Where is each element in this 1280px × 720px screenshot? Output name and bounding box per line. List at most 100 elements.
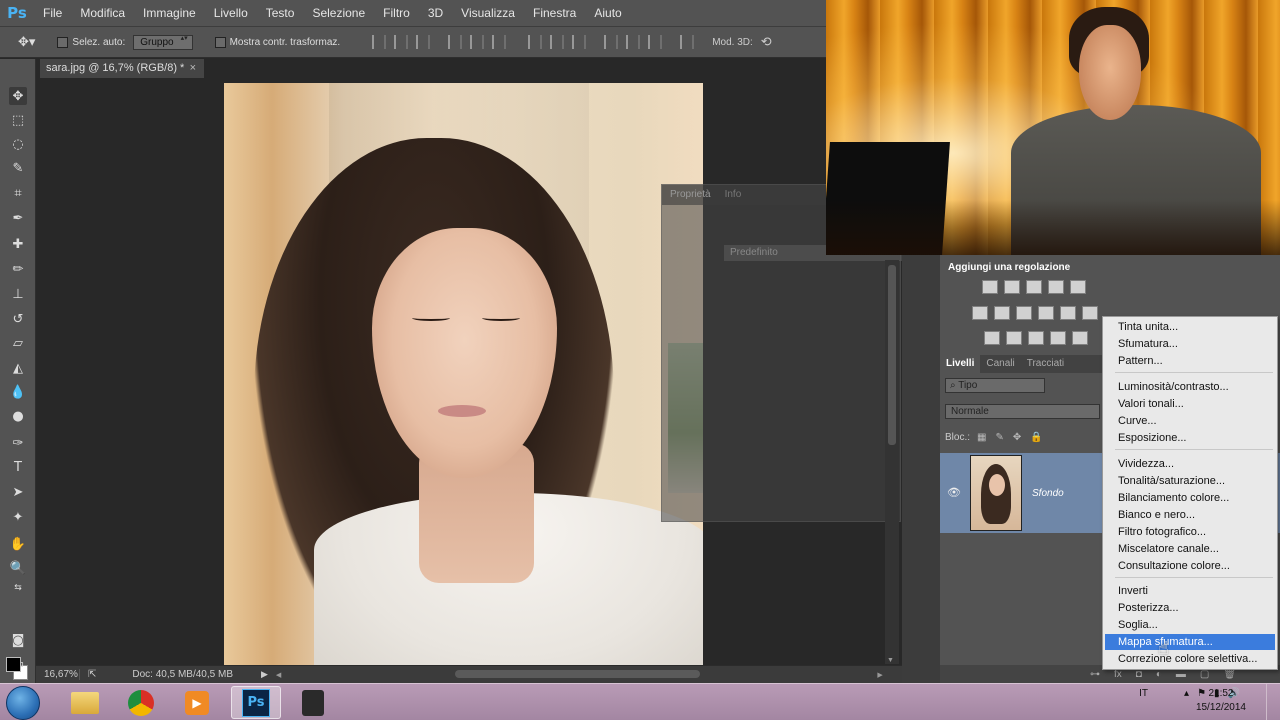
exposure-icon[interactable]	[1048, 280, 1064, 294]
new-adjustment-icon[interactable]: ◐	[1156, 669, 1162, 680]
delete-layer-icon[interactable]: 🗑	[1223, 669, 1236, 680]
tab-properties[interactable]: Proprietà	[670, 185, 711, 205]
layer-style-icon[interactable]: fx	[1114, 669, 1122, 680]
menu-item[interactable]: Esposizione...	[1105, 430, 1275, 446]
menu-item[interactable]: Bilanciamento colore...	[1105, 490, 1275, 506]
eyedropper-tool-icon[interactable]: ✒	[9, 209, 27, 227]
channel-mixer-icon[interactable]	[1060, 306, 1076, 320]
menu-item[interactable]: Tonalità/saturazione...	[1105, 473, 1275, 489]
curves-icon[interactable]	[1026, 280, 1042, 294]
menu-item[interactable]: Tinta unita...	[1105, 319, 1275, 335]
menu-item[interactable]: Consultazione colore...	[1105, 558, 1275, 574]
menu-item[interactable]: Valori tonali...	[1105, 396, 1275, 412]
menu-item[interactable]: Miscelatore canale...	[1105, 541, 1275, 557]
show-desktop-button[interactable]	[1266, 684, 1280, 720]
link-layers-icon[interactable]: ⊶	[1090, 669, 1100, 680]
auto-align-icon[interactable]	[680, 35, 695, 49]
distribute-top-icon[interactable]	[528, 35, 543, 49]
lock-position-icon[interactable]: ✥	[1013, 432, 1021, 443]
clock[interactable]: 21:52 15/12/2014	[1196, 687, 1246, 715]
pen-tool-icon[interactable]: ✑	[9, 434, 27, 452]
checkbox-box[interactable]	[214, 36, 226, 48]
history-brush-tool-icon[interactable]: ↺	[9, 310, 27, 328]
paint-bucket-tool-icon[interactable]: ◭	[9, 359, 27, 377]
auto-select-checkbox[interactable]: Selez. auto:	[57, 36, 125, 48]
canvas-horizontal-scrollbar[interactable]	[455, 670, 700, 678]
distribute-vcenter-icon[interactable]	[550, 35, 565, 49]
align-left-icon[interactable]	[448, 35, 463, 49]
invert-icon[interactable]	[984, 331, 1000, 345]
blend-mode-select[interactable]: Normale	[945, 404, 1100, 419]
quick-select-tool-icon[interactable]: ✎	[9, 159, 27, 177]
new-layer-icon[interactable]: ▢	[1200, 669, 1209, 680]
scrollbar-thumb[interactable]	[888, 265, 896, 445]
rotate-3d-icon[interactable]: ⟲	[761, 34, 772, 50]
menu-3d[interactable]: 3D	[419, 0, 452, 26]
add-mask-icon[interactable]: ◘	[1136, 669, 1142, 680]
windows-explorer-icon[interactable]	[60, 686, 110, 719]
menu-item[interactable]: Posterizza...	[1105, 600, 1275, 616]
menu-item[interactable]: Vividezza...	[1105, 456, 1275, 472]
clone-stamp-tool-icon[interactable]: ⊥	[9, 285, 27, 303]
menu-visualizza[interactable]: Visualizza	[452, 0, 524, 26]
blur-tool-icon[interactable]: 💧	[9, 383, 27, 401]
distribute-right-icon[interactable]	[648, 35, 663, 49]
menu-selezione[interactable]: Selezione	[303, 0, 374, 26]
align-right-icon[interactable]	[492, 35, 507, 49]
menu-item[interactable]: Luminosità/contrasto...	[1105, 379, 1275, 395]
move-tool-icon[interactable]: ✥	[9, 87, 27, 105]
menu-immagine[interactable]: Immagine	[134, 0, 205, 26]
menu-finestra[interactable]: Finestra	[524, 0, 585, 26]
align-bottom-icon[interactable]	[416, 35, 431, 49]
healing-brush-tool-icon[interactable]: ✚	[9, 235, 27, 253]
photoshop-taskbar-icon[interactable]: Ps	[231, 686, 281, 719]
new-group-icon[interactable]: ▬	[1176, 669, 1186, 680]
menu-filtro[interactable]: Filtro	[374, 0, 419, 26]
menu-aiuto[interactable]: Aiuto	[585, 0, 630, 26]
gradient-map-icon[interactable]	[1050, 331, 1066, 345]
align-top-icon[interactable]	[372, 35, 387, 49]
start-button-icon[interactable]	[6, 686, 40, 720]
checkbox-box[interactable]	[57, 36, 69, 48]
menu-file[interactable]: File	[34, 0, 71, 26]
lasso-tool-icon[interactable]: ◌	[9, 135, 27, 153]
selective-color-icon[interactable]	[1072, 331, 1088, 345]
color-lookup-icon[interactable]	[1082, 306, 1098, 320]
eraser-tool-icon[interactable]: ▱	[9, 334, 27, 352]
lock-transparency-icon[interactable]: ▦	[977, 432, 986, 443]
photo-filter-icon[interactable]	[1038, 306, 1054, 320]
zoom-level[interactable]: 16,67%	[36, 669, 80, 680]
lock-pixels-icon[interactable]: ✎	[995, 432, 1003, 443]
threshold-icon[interactable]	[1028, 331, 1044, 345]
vibrance-triangle-icon[interactable]	[1070, 280, 1086, 294]
dodge-tool-icon[interactable]: ●	[9, 407, 27, 425]
scroll-down-icon[interactable]: ▼	[887, 657, 894, 664]
distribute-bottom-icon[interactable]	[572, 35, 587, 49]
levels-icon[interactable]	[1004, 280, 1020, 294]
layer-filter-type[interactable]: ⌕ Tipo	[945, 378, 1045, 393]
menu-item-gradient-map[interactable]: Mappa sfumatura...	[1105, 634, 1275, 650]
export-icon[interactable]: ⇱	[88, 669, 96, 680]
document-tab[interactable]: sara.jpg @ 16,7% (RGB/8) * ×	[40, 59, 204, 78]
menu-item[interactable]: Bianco e nero...	[1105, 507, 1275, 523]
type-tool-icon[interactable]: T	[9, 458, 27, 476]
scroll-right-icon[interactable]: ▶	[877, 671, 882, 679]
document-image[interactable]	[224, 83, 703, 666]
align-hcenter-icon[interactable]	[470, 35, 485, 49]
brush-tool-icon[interactable]: ✏	[9, 260, 27, 278]
foreground-color-swatch[interactable]	[6, 657, 21, 672]
lock-all-icon[interactable]: 🔒	[1030, 432, 1042, 443]
tab-layers[interactable]: Livelli	[940, 355, 981, 373]
menu-livello[interactable]: Livello	[205, 0, 257, 26]
swap-colors-icon[interactable]: ⇆	[9, 579, 27, 597]
menu-item[interactable]: Inverti	[1105, 583, 1275, 599]
shape-tool-icon[interactable]: ✦	[9, 508, 27, 526]
scroll-left-icon[interactable]: ◀	[276, 671, 281, 679]
distribute-hcenter-icon[interactable]	[626, 35, 641, 49]
zoom-tool-icon[interactable]: 🔍	[9, 559, 27, 577]
menu-testo[interactable]: Testo	[257, 0, 304, 26]
black-white-icon[interactable]	[1016, 306, 1032, 320]
status-menu-icon[interactable]: ▶	[261, 669, 268, 680]
brightness-icon[interactable]	[982, 280, 998, 294]
hue-saturation-icon[interactable]	[972, 306, 988, 320]
